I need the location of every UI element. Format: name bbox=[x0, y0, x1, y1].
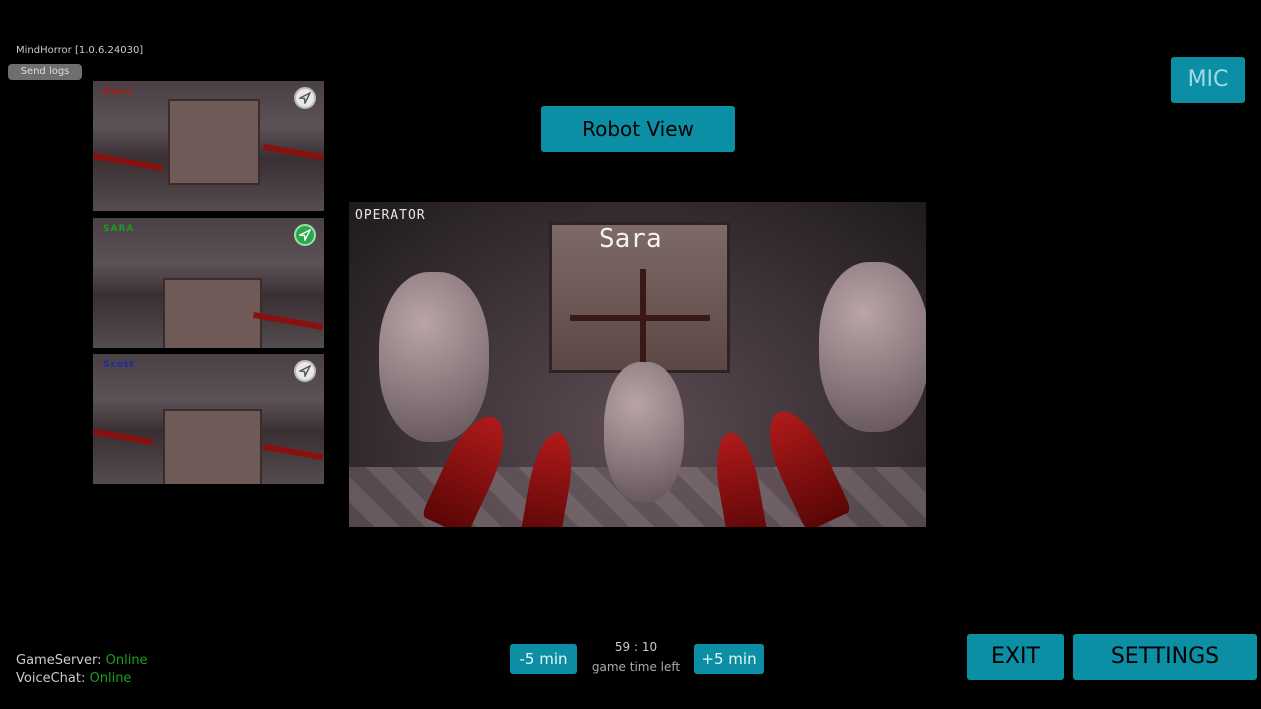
robot-view-button[interactable]: Robot View bbox=[541, 106, 735, 152]
timer-caption: game time left bbox=[591, 660, 681, 674]
red-bar bbox=[262, 443, 324, 461]
mic-button[interactable]: MIC bbox=[1171, 57, 1245, 103]
creature-left bbox=[379, 272, 489, 442]
voicechat-label: VoiceChat: bbox=[16, 671, 86, 686]
camera-thumb-1[interactable]: Dana bbox=[93, 81, 324, 211]
gameserver-status: GameServer: Online bbox=[16, 653, 148, 668]
navigation-arrow-icon[interactable] bbox=[294, 360, 316, 382]
robot-camera-view: OPERATOR Sara bbox=[349, 202, 926, 527]
voicechat-value: Online bbox=[89, 671, 132, 686]
camera-thumb-2[interactable]: SARA bbox=[93, 218, 324, 348]
navigation-arrow-icon[interactable] bbox=[294, 87, 316, 109]
camera-label: SARA bbox=[103, 224, 135, 234]
game-timer: 59 : 10 game time left bbox=[580, 640, 692, 674]
camera-label: Scott bbox=[103, 360, 135, 370]
timer-clock: 59 : 10 bbox=[614, 640, 658, 654]
creature-center bbox=[604, 362, 684, 502]
gameserver-value: Online bbox=[105, 653, 148, 668]
crate bbox=[163, 409, 262, 484]
exit-button[interactable]: EXIT bbox=[967, 634, 1064, 680]
view-corner-label: OPERATOR bbox=[355, 208, 426, 223]
app-version: MindHorror [1.0.6.24030] bbox=[16, 45, 144, 56]
camera-label: Dana bbox=[103, 87, 134, 97]
navigation-arrow-icon[interactable] bbox=[294, 224, 316, 246]
red-bar bbox=[262, 143, 324, 161]
red-bar bbox=[93, 152, 163, 172]
crate bbox=[168, 99, 260, 185]
send-logs-button[interactable]: Send logs bbox=[8, 64, 82, 80]
crate bbox=[163, 278, 262, 348]
gameserver-label: GameServer: bbox=[16, 653, 102, 668]
plus-5-min-button[interactable]: +5 min bbox=[694, 644, 764, 674]
minus-5-min-button[interactable]: -5 min bbox=[510, 644, 577, 674]
creature-right bbox=[819, 262, 926, 432]
red-bar bbox=[253, 311, 323, 331]
player-name-label: Sara bbox=[599, 224, 662, 254]
settings-button[interactable]: SETTINGS bbox=[1073, 634, 1257, 680]
camera-thumb-3[interactable]: Scott bbox=[93, 354, 324, 484]
red-bar bbox=[93, 428, 154, 446]
voicechat-status: VoiceChat: Online bbox=[16, 671, 131, 686]
